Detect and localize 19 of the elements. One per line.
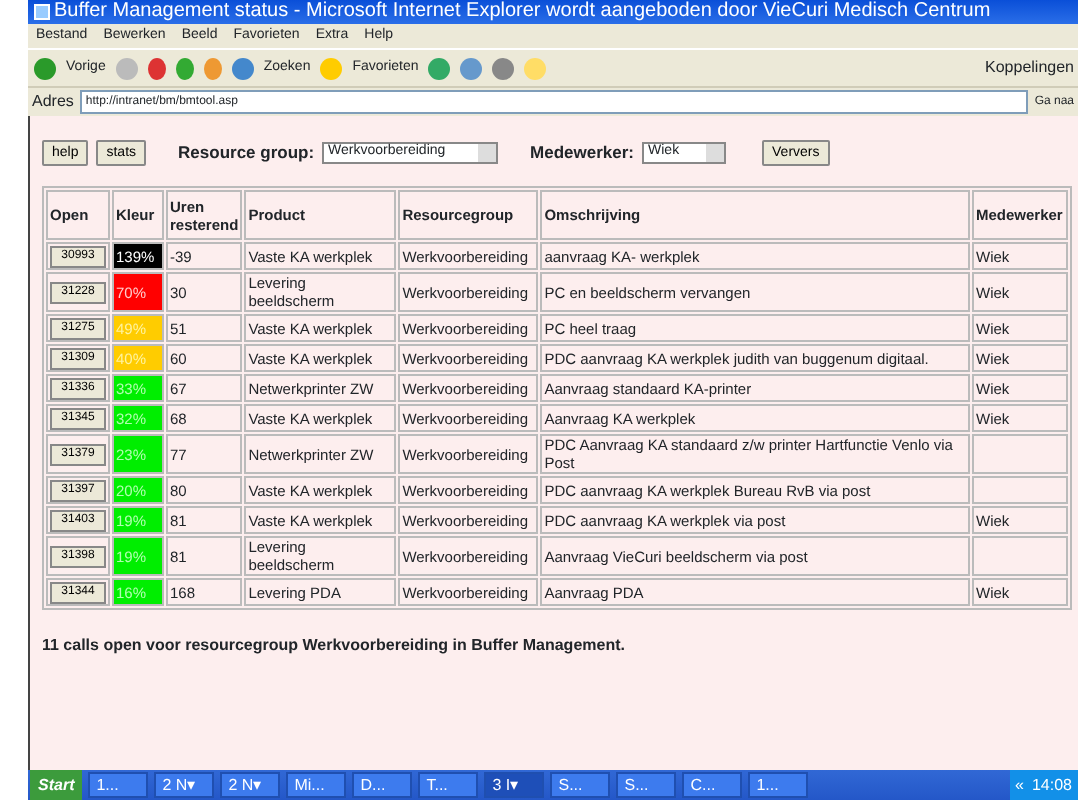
taskbar-button[interactable]: C...: [682, 772, 743, 798]
summary-text: 11 calls open voor resourcegroup Werkvoorbereiding in Buffer Management.: [42, 634, 627, 658]
taskbar-button[interactable]: 1...: [748, 772, 809, 798]
taskbar-button[interactable]: 2 N▾: [154, 772, 215, 798]
taskbar-button[interactable]: S...: [550, 772, 611, 798]
taskbar-button[interactable]: T...: [418, 772, 479, 798]
window-title: Buffer Management status - Microsoft Internet Explorer wordt aangeboden door VieCuri Medisch Centrum: [54, 0, 991, 24]
taskbar-button[interactable]: S...: [616, 772, 677, 798]
start-button[interactable]: Start: [30, 770, 83, 800]
employee-label: Medewerker:: [530, 140, 635, 166]
resource-group-label: Resource group:: [178, 140, 315, 166]
taskbar-button[interactable]: 1...: [88, 772, 149, 798]
taskbar-button[interactable]: 3 I▾: [484, 772, 545, 798]
address-label: Adres: [32, 90, 74, 114]
links-button[interactable]: Koppelingen: [985, 56, 1078, 80]
clock: 14:08: [1031, 774, 1072, 798]
taskbar-button[interactable]: Mi...: [286, 772, 347, 798]
taskbar-button[interactable]: 2 N▾: [220, 772, 281, 798]
taskbar-button[interactable]: D...: [352, 772, 413, 798]
